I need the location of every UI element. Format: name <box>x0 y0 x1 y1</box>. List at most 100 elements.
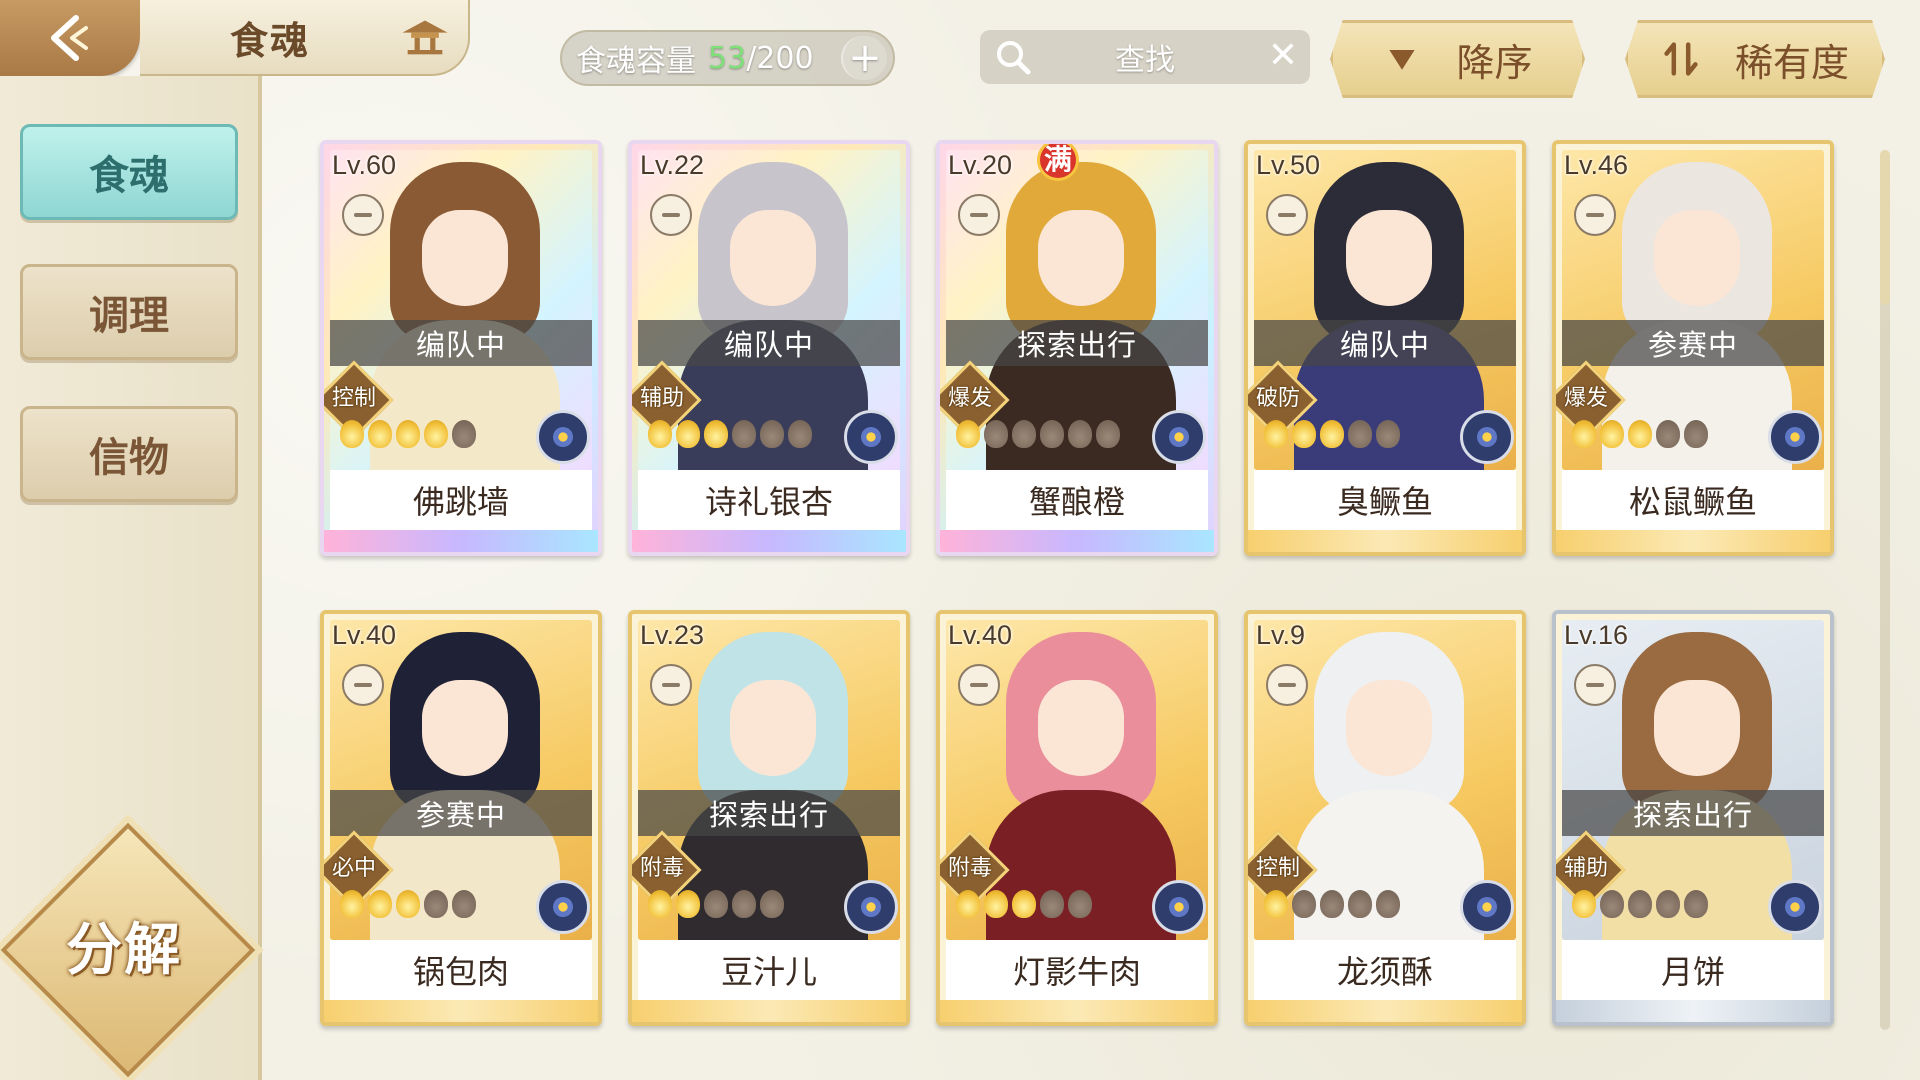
food-soul-card[interactable]: Lv.20 满探索出行 爆发 蟹酿橙 <box>936 140 1218 556</box>
element-flower-icon <box>536 880 590 934</box>
flame-star-icon <box>732 420 756 448</box>
role-label: 附毒 <box>639 856 684 881</box>
card-level: Lv.9 <box>1256 620 1306 650</box>
page-title: 食魂 <box>230 18 311 63</box>
card-level: Lv.16 <box>1564 620 1629 650</box>
element-flower-icon <box>844 410 898 464</box>
flame-star-icon <box>1264 420 1288 448</box>
lock-icon[interactable] <box>958 664 1000 706</box>
card-name: 龙须酥 <box>1254 940 1516 1000</box>
flame-star-icon <box>396 420 420 448</box>
scrollbar[interactable] <box>1880 150 1890 1030</box>
flame-star-icon <box>648 420 672 448</box>
card-level: Lv.60 <box>332 150 397 180</box>
flame-star-icon <box>1348 420 1372 448</box>
flame-star-icon <box>1040 420 1064 448</box>
lock-icon[interactable] <box>650 194 692 236</box>
sidebar-item-cooking[interactable]: 调理 <box>20 264 238 360</box>
role-label: 破防 <box>1255 386 1300 411</box>
flame-star-icon <box>1292 420 1316 448</box>
card-level: Lv.50 <box>1256 150 1321 180</box>
food-soul-card[interactable]: Lv.16 探索出行 辅助 月饼 <box>1552 610 1834 1026</box>
lock-icon[interactable] <box>342 664 384 706</box>
element-flower-icon <box>1768 410 1822 464</box>
flame-star-icon <box>1320 420 1344 448</box>
role-label: 附毒 <box>947 856 992 881</box>
food-soul-card[interactable]: Lv.60 编队中 控制 佛跳墙 <box>320 140 602 556</box>
card-name: 锅包肉 <box>330 940 592 1000</box>
food-soul-card[interactable]: Lv.40 参赛中必中锅包肉 <box>320 610 602 1026</box>
star-rating <box>340 890 476 918</box>
card-frame-bottom <box>1248 530 1522 552</box>
lock-icon[interactable] <box>1574 194 1616 236</box>
card-name: 豆汁儿 <box>638 940 900 1000</box>
triangle-down-icon <box>1382 39 1422 79</box>
card-level: Lv.23 <box>640 620 705 650</box>
sort-order-button[interactable]: 降序 <box>1330 20 1585 98</box>
flame-star-icon <box>984 420 1008 448</box>
pavilion-icon[interactable] <box>392 12 458 62</box>
decompose-label[interactable]: 分解 <box>38 900 210 990</box>
flame-star-icon <box>1320 890 1344 918</box>
lock-icon[interactable] <box>1266 194 1308 236</box>
flame-star-icon <box>424 890 448 918</box>
food-soul-card[interactable]: Lv.9 控制 龙须酥 <box>1244 610 1526 1026</box>
role-label: 爆发 <box>1563 386 1608 411</box>
star-rating <box>1264 420 1400 448</box>
food-soul-card[interactable]: Lv.22 编队中 辅助 诗礼银杏 <box>628 140 910 556</box>
card-name: 月饼 <box>1562 940 1824 1000</box>
back-arrow-icon <box>51 15 88 61</box>
card-frame-bottom <box>632 530 906 552</box>
card-level: Lv.22 <box>640 150 705 180</box>
food-soul-card[interactable]: Lv.50 编队中 破防 臭鳜鱼 <box>1244 140 1526 556</box>
flame-star-icon <box>704 890 728 918</box>
lock-icon[interactable] <box>1574 664 1616 706</box>
flame-star-icon <box>1012 420 1036 448</box>
star-rating <box>1264 890 1400 918</box>
search-placeholder: 查找 <box>1115 43 1175 78</box>
flame-star-icon <box>452 890 476 918</box>
flame-star-icon <box>1292 890 1316 918</box>
lock-icon[interactable] <box>958 194 1000 236</box>
search-input[interactable]: 查找 ✕ <box>980 30 1310 84</box>
back-button[interactable] <box>0 0 140 76</box>
card-level: Lv.40 <box>332 620 397 650</box>
status-banner: 探索出行 <box>638 790 900 836</box>
food-soul-card[interactable]: Lv.23 探索出行附毒豆汁儿 <box>628 610 910 1026</box>
role-label: 必中 <box>331 856 376 881</box>
element-flower-icon <box>536 410 590 464</box>
sort-order-label: 降序 <box>1456 40 1533 85</box>
flame-star-icon <box>1600 420 1624 448</box>
flame-star-icon <box>1656 890 1680 918</box>
food-soul-card[interactable]: Lv.46 参赛中 爆发 松鼠鳜鱼 <box>1552 140 1834 556</box>
flame-star-icon <box>1684 420 1708 448</box>
card-level: Lv.20 <box>948 150 1013 180</box>
sort-field-label: 稀有度 <box>1734 40 1849 85</box>
flame-star-icon <box>676 890 700 918</box>
flame-star-icon <box>676 420 700 448</box>
scrollbar-thumb[interactable] <box>1880 150 1890 305</box>
food-soul-card[interactable]: Lv.40 附毒 灯影牛肉 <box>936 610 1218 1026</box>
card-name: 松鼠鳜鱼 <box>1562 470 1824 530</box>
star-rating <box>1572 420 1708 448</box>
sidebar-item-tokens[interactable]: 信物 <box>20 406 238 502</box>
star-rating <box>956 890 1092 918</box>
flame-star-icon <box>1040 890 1064 918</box>
element-flower-icon <box>1460 880 1514 934</box>
status-banner: 参赛中 <box>330 790 592 836</box>
flame-star-icon <box>1348 890 1372 918</box>
sidebar-item-food-souls[interactable]: 食魂 <box>20 124 238 220</box>
lock-icon[interactable] <box>1266 664 1308 706</box>
flame-star-icon <box>732 890 756 918</box>
card-level: Lv.46 <box>1564 150 1629 180</box>
lock-icon[interactable] <box>342 194 384 236</box>
clear-icon[interactable]: ✕ <box>1268 36 1298 76</box>
capacity-current: 53 <box>708 40 747 76</box>
capacity-add-button[interactable]: + <box>841 36 887 80</box>
element-flower-icon <box>1768 880 1822 934</box>
flame-star-icon <box>1068 890 1092 918</box>
sort-field-button[interactable]: 稀有度 <box>1625 20 1885 98</box>
lock-icon[interactable] <box>650 664 692 706</box>
card-frame-bottom <box>1556 1000 1830 1022</box>
card-frame-bottom <box>324 1000 598 1022</box>
